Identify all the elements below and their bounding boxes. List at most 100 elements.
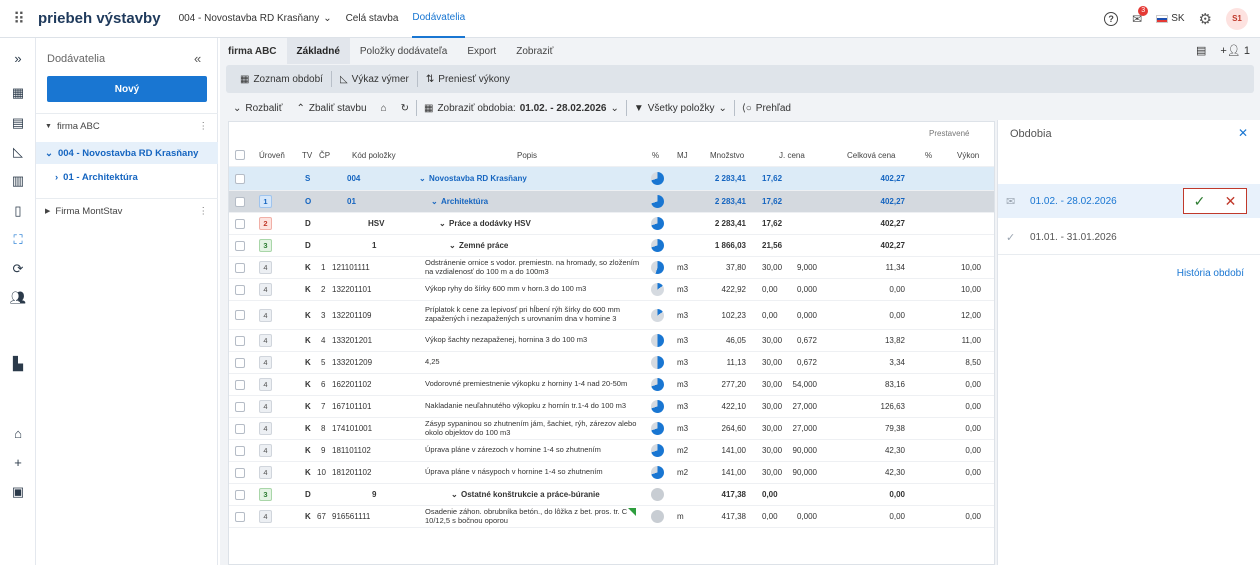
column-header[interactable]: % (652, 144, 659, 166)
column-header[interactable]: ČP (319, 144, 330, 166)
table-row[interactable]: 4 K 2 132201101 Výkop ryhy do šírky 600 mm v… (229, 279, 994, 301)
project-selector[interactable]: 004 - Novostavba RD Krasňany ⌄ (179, 13, 332, 24)
table-row[interactable]: 3 D 1 ⌄ Zemné práce 1 866,03 21,56 402,27 (229, 235, 994, 257)
filter-selector[interactable]: ▼ Všetky položky ⌄ (627, 103, 734, 114)
select-all-checkbox[interactable] (235, 150, 245, 160)
expand-button[interactable]: ⌄ Rozbaliť (226, 103, 290, 114)
chevron-down-icon[interactable]: ⌄ (419, 167, 426, 190)
tab-zakladne[interactable]: Základné (286, 38, 350, 64)
column-header[interactable]: Úroveň (259, 144, 285, 166)
notifications-icon[interactable]: ✉ 3 (1132, 5, 1149, 26)
book-icon[interactable]: ▯ (0, 203, 36, 219)
add-user-icon[interactable]: +👤︎ 1 (1220, 44, 1250, 57)
tree-item-firma-montstav[interactable]: ▶ Firma MontStav ⋮ (36, 200, 218, 222)
chevron-down-icon[interactable]: ⌄ (439, 213, 446, 234)
refresh-button[interactable]: ↻ (394, 103, 416, 114)
document-icon[interactable]: ▤ (0, 115, 36, 131)
period-history-link[interactable]: História období (1177, 268, 1244, 279)
column-header[interactable]: Kód položky (352, 144, 396, 166)
row-checkbox[interactable] (235, 357, 245, 368)
overview-button[interactable]: ⟨○ Prehľad (735, 103, 798, 114)
close-icon[interactable]: ✕ (1238, 126, 1248, 140)
apps-grid-icon[interactable]: ⠿ (0, 9, 38, 29)
row-checkbox[interactable] (235, 218, 245, 229)
tab-export[interactable]: Export (457, 38, 506, 64)
gear-icon[interactable]: ⚙ (1199, 10, 1212, 28)
tree-item-project[interactable]: ⌄ 004 - Novostavba RD Krasňany (36, 142, 218, 164)
tree-item-firma-abc[interactable]: ▼ firma ABC ⋮ (36, 115, 218, 137)
row-checkbox[interactable] (235, 379, 245, 390)
tab-zobrazit[interactable]: Zobraziť (506, 38, 563, 64)
table-row[interactable]: 4 K 67 916561111 Osadenie záhon. obrubníka b… (229, 506, 994, 528)
table-row[interactable]: 4 K 1 121101111 Odstránenie ornice s vodor. … (229, 257, 994, 279)
table-row[interactable]: 2 D HSV ⌄ Práce a dodávky HSV 2 283,41 17,62 4… (229, 213, 994, 235)
avatar[interactable]: S1 (1226, 7, 1248, 30)
period-list-button[interactable]: ▦ Zoznam období (232, 74, 331, 85)
row-checkbox[interactable] (235, 284, 245, 295)
table-row[interactable]: 4 K 5 133201209 4,25 m3 11,13 30,00 0,672 3,34 8,5… (229, 352, 994, 374)
measure-report-button[interactable]: ◺ Výkaz výmer (332, 74, 417, 85)
sync-icon[interactable]: ⟳ (0, 261, 36, 277)
language-selector[interactable]: SK (1156, 13, 1185, 24)
tab-polozky[interactable]: Položky dodávateľa (350, 38, 457, 64)
table-row[interactable]: 4 K 6 162201102 Vodorovné premiestnenie výko… (229, 374, 994, 396)
chevron-down-icon[interactable]: ⌄ (451, 484, 458, 505)
column-header[interactable]: TV (302, 144, 312, 166)
collapse-button[interactable]: ⌃ Zbaliť stavbu (290, 103, 374, 114)
transfer-button[interactable]: ⇅ Preniesť výkony (418, 74, 518, 85)
row-checkbox[interactable] (235, 196, 245, 207)
table-row[interactable]: 4 K 7 167101101 Nakladanie neuľahnutého výko… (229, 396, 994, 418)
row-checkbox[interactable] (235, 310, 245, 320)
row-checkbox[interactable] (235, 467, 245, 478)
cancel-icon[interactable]: ✕ (1225, 193, 1237, 210)
row-checkbox[interactable] (235, 335, 245, 346)
row-checkbox[interactable] (235, 262, 245, 273)
column-header[interactable]: % (925, 144, 932, 166)
more-icon[interactable]: ⋮ (199, 206, 209, 217)
home-icon[interactable]: ⌂ (0, 426, 36, 441)
table-row[interactable]: 1 O 01 ⌄ Architektúra 2 283,41 17,62 402,27 (229, 191, 994, 213)
home-button[interactable]: ⌂ (374, 103, 394, 114)
column-header[interactable]: Výkon (957, 144, 979, 166)
table-row[interactable]: 4 K 8 174101001 Zásyp sypaninou so zhutnením… (229, 418, 994, 440)
column-header[interactable]: Množstvo (710, 144, 744, 166)
tree-item-architektura[interactable]: › 01 - Architektúra (36, 166, 218, 188)
plus-icon[interactable]: + (0, 455, 36, 470)
column-header[interactable]: Popis (517, 144, 537, 166)
confirm-icon[interactable]: ✓ (1194, 193, 1206, 210)
report-icon[interactable]: ▣ (0, 484, 36, 500)
column-header[interactable]: MJ (677, 144, 688, 166)
chevron-down-icon[interactable]: ⌄ (449, 235, 456, 256)
nav-dodavatelia[interactable]: Dodávatelia (412, 0, 466, 38)
suppliers-icon[interactable]: ⛶ (0, 232, 36, 248)
table-row[interactable]: 4 K 3 132201109 Príplatok k cene za lepivosť… (229, 301, 994, 330)
table-row[interactable]: S 004 ⌄ Novostavba RD Krasňany 2 283,41 17,6… (229, 167, 994, 191)
column-header[interactable]: J. cena (779, 144, 805, 166)
row-checkbox[interactable] (235, 423, 245, 434)
expand-icon[interactable]: » (0, 51, 36, 66)
table-row[interactable]: 4 K 9 181101102 Úprava pláne v zárezoch v ho… (229, 440, 994, 462)
row-checkbox[interactable] (235, 511, 245, 522)
row-checkbox[interactable] (235, 401, 245, 412)
more-icon[interactable]: ⋮ (199, 121, 209, 132)
row-checkbox[interactable] (235, 489, 245, 500)
nav-cela-stavba[interactable]: Celá stavba (346, 0, 399, 38)
table-row[interactable]: 4 K 10 181201102 Úprava pláne v násypoch v h… (229, 462, 994, 484)
table-row[interactable]: 3 D 9 ⌄ Ostatné konštrukcie a práce-búranie… (229, 484, 994, 506)
column-header[interactable]: Celková cena (847, 144, 895, 166)
row-checkbox[interactable] (235, 240, 245, 251)
people-icon[interactable]: 👥︎ (0, 290, 36, 306)
row-checkbox[interactable] (235, 173, 245, 184)
table-row[interactable]: 4 K 4 133201201 Výkop šachty nezapaženej, ho… (229, 330, 994, 352)
new-supplier-button[interactable]: Nový (47, 76, 207, 102)
building-icon[interactable]: ▙ (0, 356, 36, 372)
period-item-closed[interactable]: ✓ 01.01. - 31.01.2026 (998, 220, 1260, 254)
chart-icon[interactable]: ▥ (0, 173, 36, 189)
comment-icon[interactable]: ▤ (1196, 44, 1206, 57)
chevron-down-icon[interactable]: ⌄ (431, 191, 438, 212)
collapse-icon[interactable]: « (194, 51, 201, 66)
row-checkbox[interactable] (235, 445, 245, 456)
dashboard-icon[interactable]: ▦ (0, 85, 36, 101)
period-item-current[interactable]: ✉ 01.02. - 28.02.2026 ✓ ✕ (998, 184, 1260, 218)
help-icon[interactable]: ? (1104, 11, 1119, 26)
